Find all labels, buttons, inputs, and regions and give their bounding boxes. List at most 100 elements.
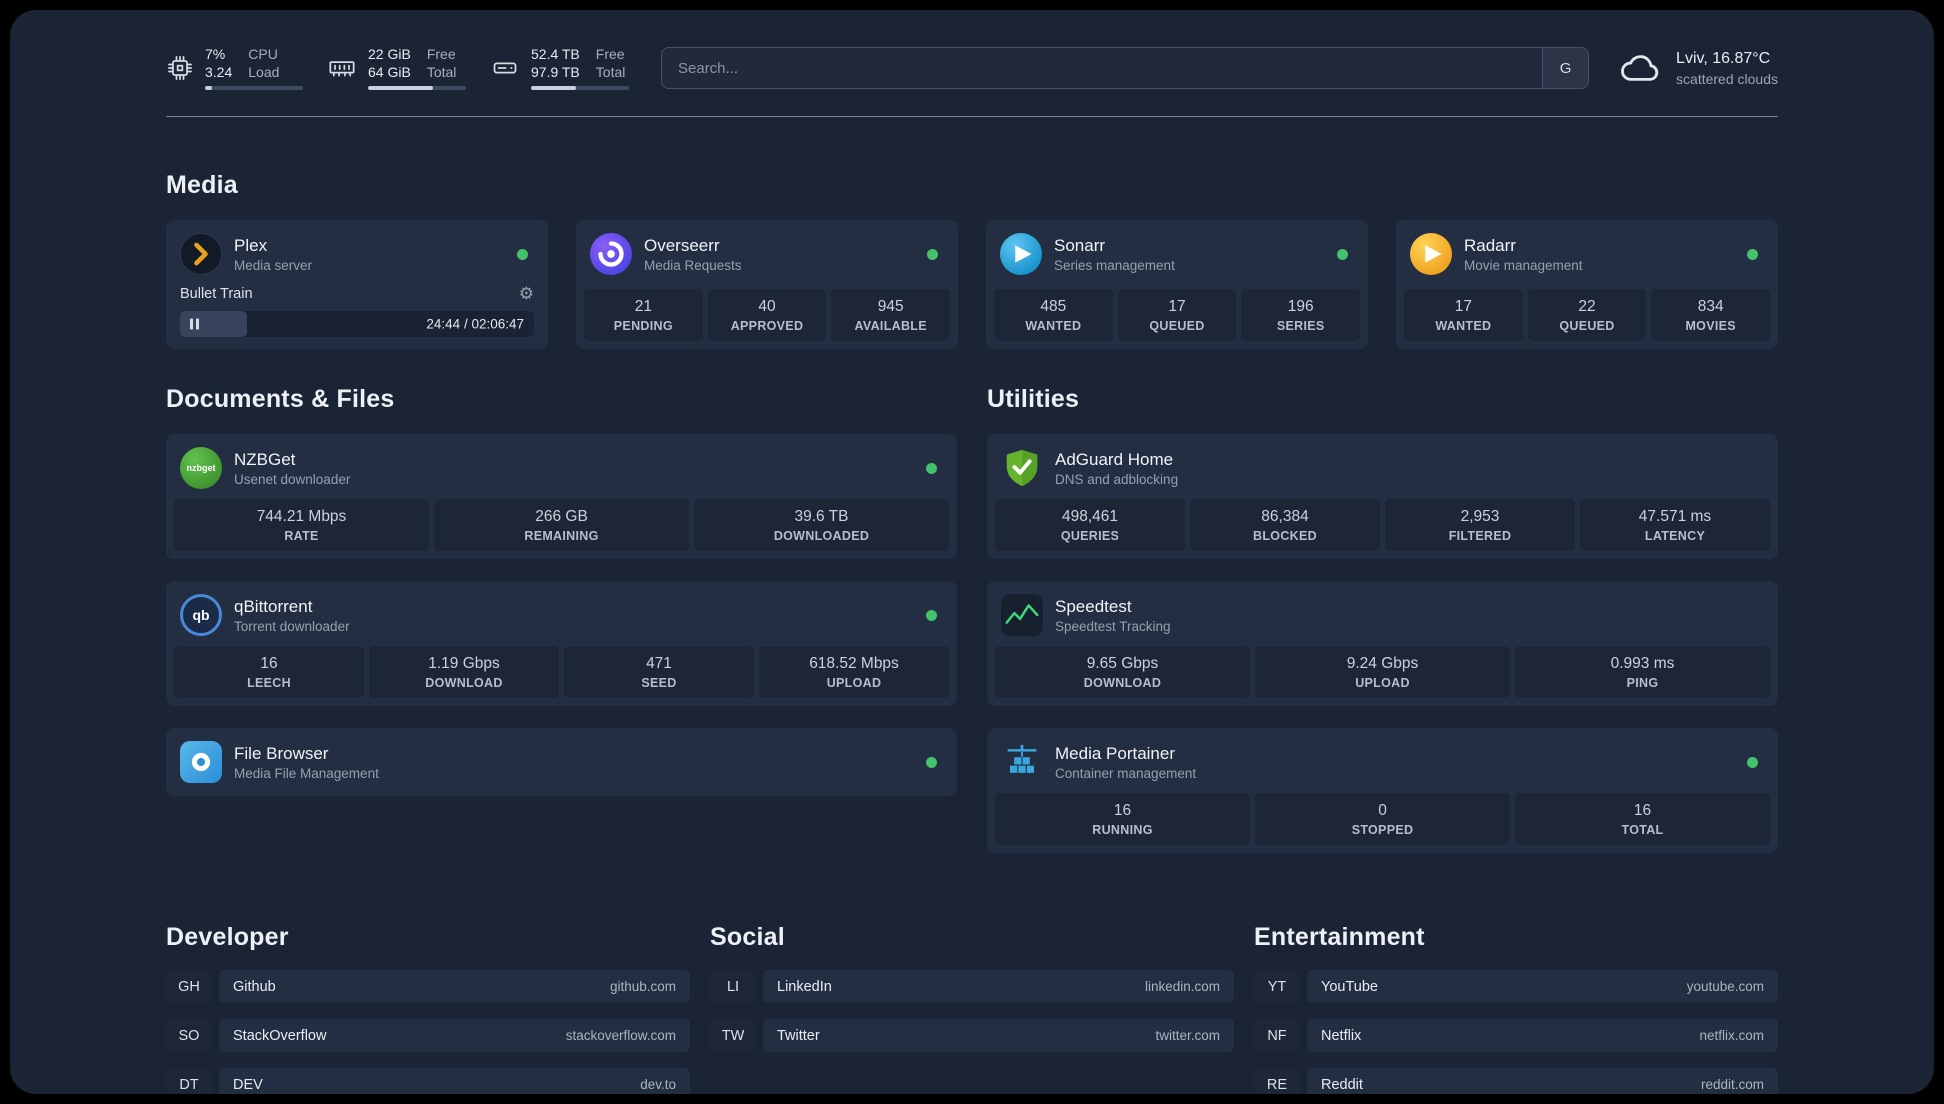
stat-label: RUNNING: [1092, 823, 1153, 837]
stat-value: 834: [1697, 298, 1724, 315]
status-dot: [926, 609, 937, 621]
disk-widget: 52.4 TB 97.9 TB Free Total: [490, 46, 629, 90]
search-bar: G: [661, 47, 1590, 89]
stat-available: 945 AVAILABLE: [831, 289, 951, 341]
stat-download: 1.19 Gbps DOWNLOAD: [369, 646, 559, 698]
section-title-media: Media: [166, 171, 238, 199]
service-card-sonarr[interactable]: Sonarr Series management 485 WANTED 17 Q…: [986, 220, 1368, 349]
stat-value: 2,953: [1460, 508, 1500, 525]
status-dot: [1747, 756, 1758, 768]
bookmark-name: Github: [233, 978, 276, 995]
section-title-developer: Developer: [166, 923, 289, 951]
playback-time: 24:44 / 02:06:47: [426, 316, 524, 332]
stat-label: APPROVED: [730, 319, 804, 333]
service-subtitle: Movie management: [1464, 257, 1583, 273]
pause-icon[interactable]: [190, 318, 199, 330]
stat-label: PING: [1626, 676, 1659, 690]
stat-label: SERIES: [1276, 319, 1325, 333]
bookmark-twitter[interactable]: TW Twitter twitter.com: [710, 1019, 1234, 1052]
service-name: Media Portainer: [1055, 743, 1176, 763]
service-card-adguard[interactable]: AdGuard Home DNS and adblocking 498,461 …: [987, 434, 1778, 559]
radarr-icon: [1410, 233, 1452, 275]
stat-stopped: 0 STOPPED: [1255, 793, 1510, 845]
stat-value: 9.24 Gbps: [1346, 655, 1419, 672]
stat-value: 22: [1578, 298, 1596, 315]
service-name: Radarr: [1464, 235, 1516, 255]
weather-widget[interactable]: Lviv, 16.87°C scattered clouds: [1617, 50, 1778, 87]
stat-value: 16: [1633, 802, 1652, 819]
dashboard: 7% 3.24 CPU Load 22 GiB 64 GiB Free Tota…: [10, 10, 1934, 1094]
service-name: File Browser: [234, 743, 329, 763]
status-dot: [1337, 248, 1348, 260]
search-input[interactable]: [662, 48, 1543, 88]
stat-value: 16: [1113, 802, 1132, 819]
service-subtitle: Usenet downloader: [234, 471, 351, 487]
nzbget-icon: nzbget: [180, 447, 222, 489]
bookmark-url: dev.to: [640, 1077, 676, 1092]
status-dot: [926, 462, 937, 474]
stat-label: QUERIES: [1060, 529, 1120, 543]
bookmark-github[interactable]: GH Github github.com: [166, 970, 690, 1003]
bookmark-youtube[interactable]: YT YouTube youtube.com: [1254, 970, 1778, 1003]
service-card-speedtest[interactable]: Speedtest Speedtest Tracking 9.65 Gbps D…: [987, 581, 1778, 706]
stat-wanted: 17 WANTED: [1404, 289, 1523, 341]
stat-wanted: 485 WANTED: [994, 289, 1113, 341]
bookmark-name: Twitter: [777, 1027, 820, 1044]
stat-label: QUEUED: [1149, 319, 1205, 333]
service-subtitle: Torrent downloader: [234, 618, 350, 634]
stat-value: 618.52 Mbps: [809, 655, 899, 672]
bookmark-url: linkedin.com: [1144, 979, 1220, 994]
stat-value: 16: [260, 655, 278, 672]
filebrowser-icon: [180, 741, 222, 783]
stat-rate: 744.21 Mbps RATE: [174, 499, 429, 551]
bookmark-dev[interactable]: DT DEV dev.to: [166, 1068, 690, 1094]
bookmark-netflix[interactable]: NF Netflix netflix.com: [1254, 1019, 1778, 1052]
stat-remaining: 266 GB REMAINING: [434, 499, 689, 551]
section-title-utilities: Utilities: [987, 385, 1080, 413]
service-name: Sonarr: [1054, 235, 1106, 255]
stat-value: 47.571 ms: [1638, 508, 1712, 525]
disk-total-value: 97.9 TB: [531, 64, 580, 80]
stat-upload: 9.24 Gbps UPLOAD: [1255, 646, 1510, 698]
status-dot: [927, 248, 938, 260]
service-card-plex[interactable]: Plex Media server Bullet Train ⚙ 24:44 /…: [166, 220, 548, 349]
disk-free-value: 52.4 TB: [531, 46, 580, 62]
bookmark-name: Reddit: [1321, 1076, 1363, 1093]
service-card-qbittorrent[interactable]: qb qBittorrent Torrent downloader 16 LEE…: [166, 581, 957, 706]
bookmark-reddit[interactable]: RE Reddit reddit.com: [1254, 1068, 1778, 1094]
playback-progress-bar[interactable]: 24:44 / 02:06:47: [180, 311, 534, 337]
portainer-icon: [1001, 741, 1043, 783]
stat-queued: 17 QUEUED: [1117, 289, 1237, 341]
topbar: 7% 3.24 CPU Load 22 GiB 64 GiB Free Tota…: [166, 46, 1778, 90]
stat-label: TOTAL: [1621, 823, 1664, 837]
gear-icon[interactable]: ⚙: [519, 285, 534, 302]
service-card-nzbget[interactable]: nzbget NZBGet Usenet downloader 744.21 M…: [166, 434, 957, 559]
stat-filtered: 2,953 FILTERED: [1385, 499, 1575, 551]
stat-value: 17: [1168, 298, 1186, 315]
stat-running: 16 RUNNING: [995, 793, 1250, 845]
bookmark-linkedin[interactable]: LI LinkedIn linkedin.com: [710, 970, 1234, 1003]
bookmark-abbr: NF: [1254, 1019, 1300, 1052]
stat-queries: 498,461 QUERIES: [995, 499, 1185, 551]
service-card-overseerr[interactable]: Overseerr Media Requests 21 PENDING 40 A…: [576, 220, 958, 349]
bookmark-name: YouTube: [1321, 978, 1378, 995]
memory-free-value: 22 GiB: [368, 46, 411, 62]
cpu-progress-bar: [205, 86, 303, 90]
service-card-radarr[interactable]: Radarr Movie management 17 WANTED 22 QUE…: [1396, 220, 1778, 349]
search-provider-button[interactable]: G: [1542, 48, 1589, 88]
stat-latency: 47.571 ms LATENCY: [1580, 499, 1770, 551]
speedtest-icon: [1001, 594, 1043, 636]
bookmark-stackoverflow[interactable]: SO StackOverflow stackoverflow.com: [166, 1019, 690, 1052]
bookmark-abbr: DT: [166, 1068, 212, 1094]
stat-label: UPLOAD: [1355, 676, 1410, 690]
service-card-filebrowser[interactable]: File Browser Media File Management: [166, 728, 957, 796]
cpu-icon: [166, 54, 194, 82]
bookmarks-social: Social LI LinkedIn linkedin.com TW Twitt…: [710, 923, 1234, 1094]
service-card-portainer[interactable]: Media Portainer Container management 16 …: [987, 728, 1778, 853]
service-name: Speedtest: [1055, 596, 1132, 616]
stat-seed: 471 SEED: [564, 646, 754, 698]
memory-icon: [327, 54, 357, 82]
stat-downloaded: 39.6 TB DOWNLOADED: [694, 499, 949, 551]
stat-label: PENDING: [613, 319, 673, 333]
stat-label: DOWNLOAD: [425, 676, 503, 690]
